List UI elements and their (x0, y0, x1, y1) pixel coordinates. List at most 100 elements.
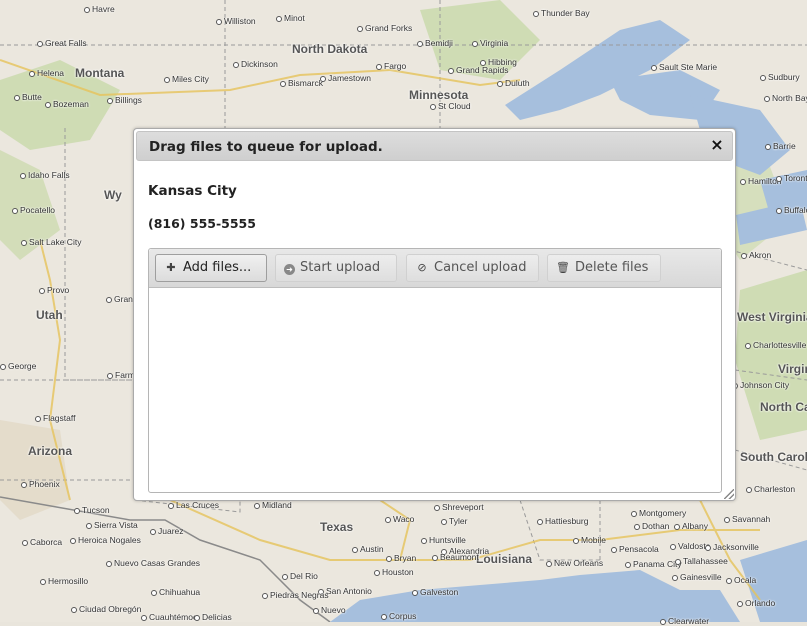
map-label: Bryan (386, 553, 416, 563)
map-label: Orlando (737, 598, 775, 608)
map-label: Billings (107, 95, 142, 105)
map-label: Bismarck (280, 78, 323, 88)
map-label: Austin (352, 544, 384, 554)
map-label: Louisiana (476, 552, 533, 566)
map-label: Thunder Bay (533, 8, 590, 18)
map-label: Shreveport (434, 502, 484, 512)
map-label: St Cloud (430, 101, 471, 111)
map-label: Sierra Vista (86, 520, 138, 530)
dialog-title: Drag files to queue for upload. (149, 139, 383, 155)
map-label: Clearwater (660, 616, 709, 626)
map-label: Buffalo (776, 205, 807, 215)
upload-dialog: Drag files to queue for upload. × Kansas… (133, 128, 736, 501)
map-label: West Virginia (737, 310, 807, 324)
map-label: North Dakota (292, 42, 368, 56)
resize-handle-icon[interactable] (724, 489, 734, 499)
map-label: Pensacola (611, 544, 659, 554)
cancel-upload-button[interactable]: ⊘ Cancel upload (406, 254, 539, 282)
map-label: Phoenix (21, 479, 60, 489)
map-label: Toronto (776, 173, 807, 183)
map-label: Heroica Nogales (70, 535, 141, 545)
map-label: Sault Ste Marie (651, 62, 717, 72)
arrow-circle-icon: ➜ (284, 264, 295, 275)
delete-files-label: Delete files (575, 260, 649, 275)
map-label: Tyler (441, 516, 467, 526)
map-label: North Bay (764, 93, 807, 103)
file-uploader: ✚ Add files... ➜ Start upload ⊘ Cancel uplo… (148, 248, 722, 493)
map-label: George (0, 361, 36, 371)
dialog-titlebar[interactable]: Drag files to queue for upload. × (136, 131, 733, 161)
map-label: Helena (29, 68, 64, 78)
map-label: Savannah (724, 514, 770, 524)
map-label: Grand Forks (357, 23, 412, 33)
map-label: Barrie (765, 141, 796, 151)
map-label: Salt Lake City (21, 237, 81, 247)
map-label: Waco (385, 514, 414, 524)
map-label: Montana (75, 66, 125, 80)
map-label: South Carolina (740, 450, 807, 464)
map-label: Cuauhtémoc (141, 612, 197, 622)
map-label: Minnesota (409, 88, 469, 102)
start-upload-button[interactable]: ➜ Start upload (275, 254, 397, 282)
map-label: Albany (674, 521, 708, 531)
map-label: Juarez (150, 526, 184, 536)
add-files-label: Add files... (183, 260, 252, 275)
map-label: Nuevo Casas Grandes (106, 558, 200, 568)
map-label: Miles City (164, 74, 209, 84)
map-label: Hibbing (480, 57, 517, 67)
map-label: Charleston (746, 484, 795, 494)
map-label: Nuevo (313, 605, 346, 615)
map-label: Las Cruces (168, 500, 219, 510)
map-label: New Orleans (546, 558, 603, 568)
map-label: Ciudad Obregón (71, 604, 141, 614)
map-label: Piedras Negras (262, 590, 329, 600)
map-label: Virginia (472, 38, 508, 48)
map-label: Arizona (28, 444, 73, 458)
map-label: Jacksonville (705, 542, 759, 552)
trash-icon: 🗑 (556, 261, 570, 274)
map-label: Del Rio (282, 571, 318, 581)
delete-files-button[interactable]: 🗑 Delete files (547, 254, 661, 282)
map-label: Hattiesburg (537, 516, 588, 526)
map-label: Galveston (412, 587, 458, 597)
map-label: Bemidji (417, 38, 453, 48)
map-label: Panama City (625, 559, 682, 569)
close-icon[interactable]: × (708, 136, 726, 154)
map-label: Midland (254, 500, 292, 510)
map-label: Idaho Falls (20, 170, 70, 180)
map-label: Duluth (497, 78, 530, 88)
map-label: Pocatello (12, 205, 55, 215)
map-label: Provo (39, 285, 69, 295)
map-label: Ocala (726, 575, 756, 585)
map-label: Bozeman (45, 99, 89, 109)
map-label: Virginia (778, 362, 807, 376)
map-label: Johnson City (732, 380, 789, 390)
map-label: Wy (104, 188, 122, 202)
map-label: North Carolina (760, 400, 807, 414)
phone-number: (816) 555-5555 (148, 216, 256, 231)
add-files-button[interactable]: ✚ Add files... (155, 254, 267, 282)
map-label: Charlottesville (745, 340, 806, 350)
map-label: Minot (276, 13, 305, 23)
uploader-toolbar: ✚ Add files... ➜ Start upload ⊘ Cancel uplo… (149, 249, 721, 288)
map-label: Havre (84, 4, 115, 14)
map-label: Houston (374, 567, 414, 577)
map-label: Chihuahua (151, 587, 200, 597)
map-label: Flagstaff (35, 413, 75, 423)
map-label: Great Falls (37, 38, 87, 48)
map-label: Huntsville (421, 535, 466, 545)
map-label: Williston (216, 16, 256, 26)
map-label: Butte (14, 92, 42, 102)
map-label: Montgomery (631, 508, 686, 518)
cancel-circle-icon: ⊘ (417, 261, 427, 274)
map-label: Sudbury (760, 72, 800, 82)
map-label: Mobile (573, 535, 606, 545)
map-label: Beaumont (432, 552, 479, 562)
map-label: Corpus (381, 611, 416, 621)
cancel-upload-label: Cancel upload (434, 260, 527, 275)
map-label: Gainesville (672, 572, 722, 582)
map-label: Dickinson (233, 59, 278, 69)
file-drop-area[interactable] (149, 288, 721, 492)
map-label: Tucson (74, 505, 110, 515)
map-label: Jamestown (320, 73, 371, 83)
